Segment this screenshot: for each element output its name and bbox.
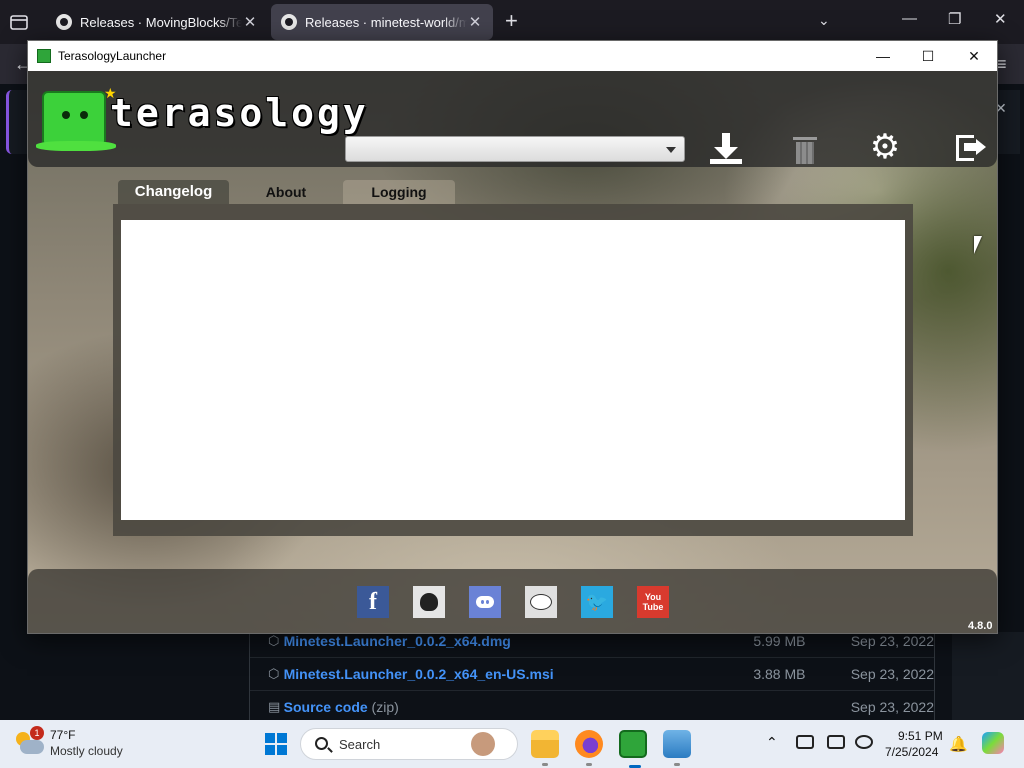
twitter-icon[interactable]: 🐦 <box>581 586 613 618</box>
github-favicon-icon <box>281 14 297 30</box>
asset-date: Sep 23, 2022 <box>850 666 934 682</box>
taskbar-search-box[interactable]: Search <box>300 728 518 760</box>
asset-size: 5.99 MB <box>753 632 806 649</box>
youtube-text: Tube <box>642 602 664 612</box>
launcher-titlebar[interactable]: TerasologyLauncher — ☐ ✕ <box>28 41 997 71</box>
browser-tab-bar: Releases · MovingBlocks/Terasology ✕ Rel… <box>0 0 1024 44</box>
search-placeholder: Search <box>339 737 381 752</box>
show-hidden-icons-chevron-icon[interactable]: ⌃ <box>766 734 778 751</box>
launcher-version-label: 4.8.0 <box>968 620 993 632</box>
launcher-window-title: TerasologyLauncher <box>58 49 167 63</box>
file-explorer-icon[interactable] <box>531 730 559 766</box>
tab-list-icon[interactable] <box>8 12 30 32</box>
tab-logging[interactable]: Logging <box>343 180 455 204</box>
asset-link[interactable]: Minetest.Launcher_0.0.2_x64.dmg <box>284 633 712 649</box>
chevron-down-icon <box>666 147 676 153</box>
release-assets-list: ⬡ Minetest.Launcher_0.0.2_x64.dmg 5.99 M… <box>249 624 935 720</box>
weather-description[interactable]: Mostly cloudy <box>50 744 123 758</box>
onedrive-offline-icon[interactable] <box>796 735 814 749</box>
launcher-window: TerasologyLauncher — ☐ ✕ ★ terasology ⚙ … <box>27 40 998 634</box>
minimize-icon[interactable]: — <box>872 45 894 67</box>
terasology-logo-text: terasology <box>110 91 369 135</box>
clock-date[interactable]: 7/25/2024 <box>885 745 938 759</box>
game-version-select[interactable] <box>345 136 685 162</box>
discord-icon[interactable] <box>469 586 501 618</box>
network-icon[interactable] <box>855 735 873 749</box>
browser-tab-title: Releases · MovingBlocks/Terasology <box>80 14 242 30</box>
close-icon[interactable]: ✕ <box>963 45 985 67</box>
notification-bell-icon[interactable]: 🔔 <box>949 735 968 753</box>
asset-date: Sep 23, 2022 <box>850 632 934 649</box>
download-icon[interactable] <box>708 129 744 169</box>
changelog-panel <box>113 204 913 536</box>
asset-link-text: Source code <box>283 699 368 715</box>
maximize-icon[interactable]: ☐ <box>917 45 939 67</box>
search-highlight-icon <box>471 732 495 756</box>
asset-row: ▤ Source code (zip) Sep 23, 2022 <box>250 690 934 723</box>
tab-about[interactable]: About <box>230 180 342 204</box>
browser-tab[interactable]: Releases · MovingBlocks/Terasology ✕ <box>46 4 268 40</box>
trash-icon[interactable] <box>787 129 823 169</box>
launcher-footer: f 🐦 You Tube 4.8.0 <box>28 569 997 633</box>
terasology-launcher-taskbar-icon[interactable] <box>619 730 647 768</box>
launcher-header: ★ terasology ⚙ <box>28 71 997 167</box>
asset-row: ⬡ Minetest.Launcher_0.0.2_x64_en-US.msi … <box>250 657 934 690</box>
remote-desktop-icon[interactable] <box>663 730 691 766</box>
tab-changelog[interactable]: Changelog <box>118 180 229 204</box>
copilot-icon[interactable] <box>982 732 1004 754</box>
github-icon[interactable] <box>413 586 445 618</box>
new-tab-button[interactable]: + <box>505 10 518 32</box>
asset-link[interactable]: Source code (zip) <box>284 699 712 715</box>
changelog-content[interactable] <box>121 220 905 520</box>
search-icon <box>315 737 328 750</box>
asset-date: Sep 23, 2022 <box>850 699 934 715</box>
logo-eye-icon <box>80 111 88 119</box>
exit-icon[interactable] <box>952 129 988 169</box>
start-windows-icon[interactable] <box>265 733 287 755</box>
github-favicon-icon <box>56 14 72 30</box>
browser-restore-icon[interactable]: ❐ <box>948 10 961 28</box>
windows-taskbar: 1 77°F Mostly cloudy Search ⌃ 9:51 PM 7/… <box>0 720 1024 768</box>
browser-close-icon[interactable]: ✕ <box>994 10 1007 28</box>
close-tab-icon[interactable]: ✕ <box>467 13 483 31</box>
list-all-tabs-chevron-icon[interactable]: ⌄ <box>818 12 830 29</box>
mouse-cursor-icon <box>974 236 982 254</box>
terasology-logo-block <box>36 91 116 151</box>
weather-temperature[interactable]: 77°F <box>50 728 75 742</box>
display-icon[interactable] <box>827 735 845 749</box>
youtube-icon[interactable]: You Tube <box>637 586 669 618</box>
browser-minimize-icon[interactable]: — <box>902 10 917 27</box>
terasology-app-icon <box>37 49 51 63</box>
asset-link[interactable]: Minetest.Launcher_0.0.2_x64_en-US.msi <box>284 666 712 682</box>
asset-link-suffix: (zip) <box>371 699 399 715</box>
file-zip-icon: ▤ <box>268 699 281 714</box>
reddit-icon[interactable] <box>525 586 557 618</box>
browser-tab-active[interactable]: Releases · minetest-world/mtlauncher ✕ <box>271 4 493 40</box>
close-tab-icon[interactable]: ✕ <box>242 13 258 31</box>
facebook-icon[interactable]: f <box>357 586 389 618</box>
package-icon: ⬡ <box>268 666 280 681</box>
github-right-panel <box>952 632 1024 720</box>
browser-tab-title: Releases · minetest-world/mtlauncher <box>305 14 467 30</box>
github-sidebar <box>0 632 232 720</box>
clock-time[interactable]: 9:51 PM <box>898 729 943 743</box>
firefox-icon[interactable] <box>575 730 603 766</box>
asset-size: 3.88 MB <box>753 666 806 682</box>
weather-badge: 1 <box>30 726 44 740</box>
youtube-text: You <box>644 592 662 602</box>
logo-eye-icon <box>62 111 70 119</box>
package-icon: ⬡ <box>268 632 280 648</box>
settings-gear-icon[interactable]: ⚙ <box>867 128 903 169</box>
